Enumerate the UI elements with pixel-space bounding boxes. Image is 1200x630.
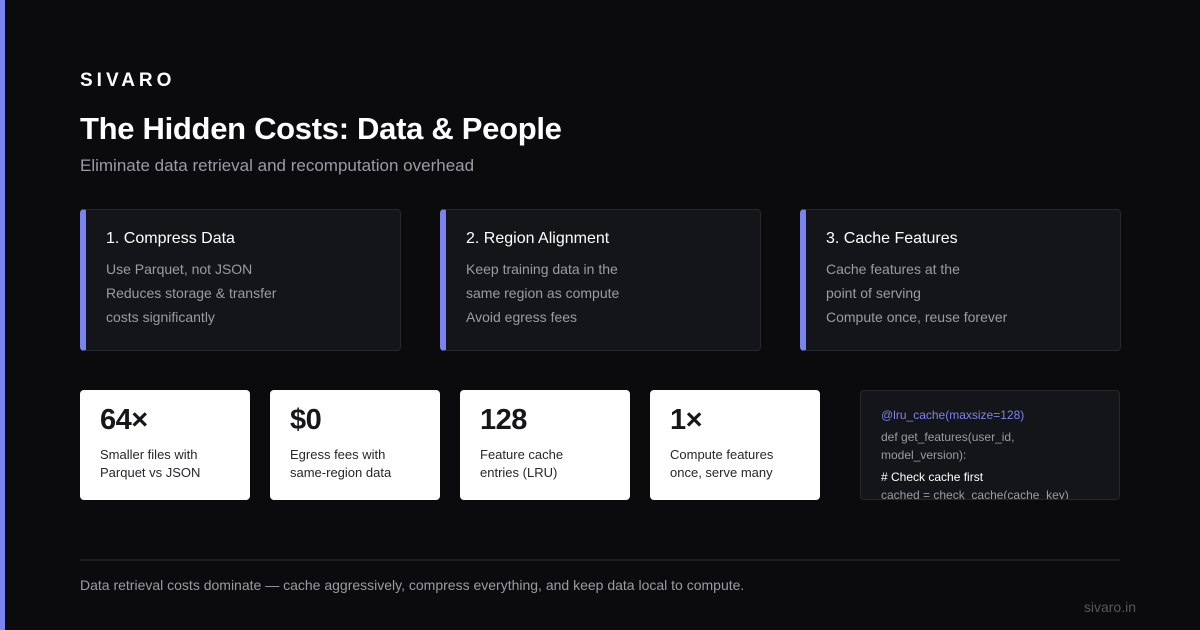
step-line: Avoid egress fees xyxy=(466,309,578,325)
step-line: Use Parquet, not JSON xyxy=(106,261,253,277)
code-comment: # Check cache first xyxy=(881,470,984,484)
code-def-line: def get_features(user_id, xyxy=(881,430,1015,444)
step-line: Cache features at the xyxy=(826,261,960,277)
step-card-region-alignment: 2. Region Alignment Keep training data i… xyxy=(440,209,761,351)
stat-label: Feature cache xyxy=(480,447,564,462)
footer-divider xyxy=(80,559,1120,561)
code-decorator: @lru_cache(maxsize=128) xyxy=(881,408,1025,422)
stat-value: 1× xyxy=(670,404,703,436)
stat-label: Egress fees with xyxy=(290,447,386,462)
stat-label: Smaller files with xyxy=(100,447,198,462)
page-title: The Hidden Costs: Data & People xyxy=(80,111,562,146)
stat-value: 64× xyxy=(100,404,148,436)
step-title: 2. Region Alignment xyxy=(466,230,610,247)
stat-label: Compute features xyxy=(670,447,774,462)
footer-url: sivaro.in xyxy=(1083,599,1136,615)
stat-value: 128 xyxy=(480,404,527,436)
code-statement: cached = check_cache(cache_key) xyxy=(881,488,1069,500)
step-line: costs significantly xyxy=(106,309,215,325)
step-line: Reduces storage & transfer xyxy=(106,285,277,301)
step-line: Compute once, reuse forever xyxy=(826,309,1008,325)
step-line: Keep training data in the xyxy=(466,261,618,277)
brand-logo: SIVARO xyxy=(80,70,176,91)
stat-label: Parquet vs JSON xyxy=(100,465,201,480)
left-accent-bar xyxy=(0,0,5,630)
step-card-cache-features: 3. Cache Features Cache features at the … xyxy=(800,209,1121,351)
stat-card-cache-entries: 128 Feature cache entries (LRU) xyxy=(460,390,630,500)
footer-summary: Data retrieval costs dominate — cache ag… xyxy=(80,577,745,593)
stat-card-file-size: 64× Smaller files with Parquet vs JSON xyxy=(80,390,250,500)
step-title: 1. Compress Data xyxy=(106,230,235,247)
step-line: same region as compute xyxy=(466,285,620,301)
stat-card-compute-once: 1× Compute features once, serve many xyxy=(650,390,820,500)
stat-label: once, serve many xyxy=(670,465,773,480)
code-def-line-continued: model_version): xyxy=(881,448,967,462)
step-line: point of serving xyxy=(826,285,921,301)
stat-label: same-region data xyxy=(290,465,392,480)
stat-value: $0 xyxy=(290,404,322,436)
code-snippet: @lru_cache(maxsize=128) def get_features… xyxy=(860,390,1120,500)
step-card-compress-data: 1. Compress Data Use Parquet, not JSON R… xyxy=(80,209,401,351)
step-title: 3. Cache Features xyxy=(826,230,958,247)
stat-label: entries (LRU) xyxy=(480,465,558,480)
stat-card-egress-fees: $0 Egress fees with same-region data xyxy=(270,390,440,500)
page-subtitle: Eliminate data retrieval and recomputati… xyxy=(80,156,475,175)
steps-row: 1. Compress Data Use Parquet, not JSON R… xyxy=(80,209,1121,351)
